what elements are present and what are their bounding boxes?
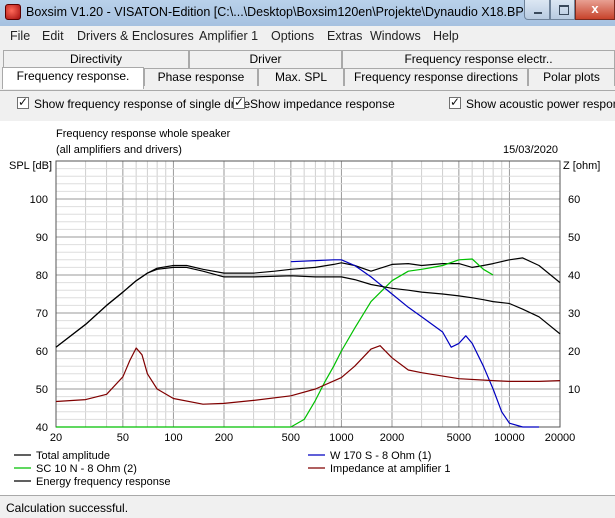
x-tick-label: 10000 [494, 432, 525, 444]
tab-strip: Directivity Driver Frequency response el… [0, 48, 615, 89]
impedance-checkbox[interactable]: Show impedance response [233, 95, 395, 112]
tab-driver[interactable]: Driver [189, 50, 342, 68]
y-axis-right-label: Z [ohm] [563, 160, 600, 172]
acoustic-power-label: Show acoustic power respons [466, 97, 615, 111]
menu-bar: File Edit Drivers & Enclosures Amplifier… [0, 26, 615, 46]
chart-panel: 20 50 100 200 500 1000 2000 5000 10000 20000 40 50 6… [0, 121, 615, 496]
tab-frequency-response-electrical[interactable]: Frequency response electr.. [342, 50, 615, 68]
y-tick-label-right: 60 [568, 194, 580, 206]
x-tick-label: 20 [50, 432, 62, 444]
tab-phase-response[interactable]: Phase response [144, 68, 258, 86]
y-tick-label-left: 50 [36, 384, 48, 396]
x-tick-label: 50 [117, 432, 129, 444]
series-line-energy-frequency-response [55, 266, 561, 348]
menu-windows[interactable]: Windows [370, 29, 421, 43]
maximize-button[interactable] [550, 0, 575, 20]
x-tick-label: 500 [282, 432, 300, 444]
tab-max-spl[interactable]: Max. SPL [258, 68, 344, 86]
single-drive-label: Show frequency response of single drive [34, 97, 251, 111]
x-tick-label: 5000 [447, 432, 471, 444]
chart-subtitle: (all amplifiers and drivers) [56, 144, 182, 156]
checkbox-checked-icon [17, 95, 29, 109]
close-icon: x [591, 1, 599, 16]
impedance-label: Show impedance response [250, 97, 395, 111]
legend-label: Impedance at amplifier 1 [330, 463, 450, 475]
menu-extras[interactable]: Extras [327, 29, 362, 43]
tab-frequency-response-directions[interactable]: Frequency response directions [344, 68, 528, 86]
x-tick-label: 20000 [545, 432, 576, 444]
frequency-response-chart: 20 50 100 200 500 1000 2000 5000 10000 20000 40 50 6… [9, 128, 600, 488]
single-drive-checkbox[interactable]: Show frequency response of single drive [17, 95, 250, 112]
window-title: Boxsim V1.20 - VISATON-Edition [C:\...\D… [26, 5, 534, 19]
tab-polar-plots[interactable]: Polar plots [528, 68, 615, 86]
tab-directivity[interactable]: Directivity [3, 50, 189, 68]
status-bar: Calculation successful. [0, 496, 615, 518]
y-tick-label-left: 70 [36, 308, 48, 320]
legend-label: SC 10 N - 8 Ohm (2) [36, 463, 137, 475]
status-text: Calculation successful. [6, 501, 129, 515]
close-button[interactable]: x [575, 0, 615, 20]
chart-title: Frequency response whole speaker [56, 128, 231, 140]
menu-edit[interactable]: Edit [42, 29, 64, 43]
x-tick-label: 1000 [329, 432, 353, 444]
y-tick-label-left: 90 [36, 232, 48, 244]
checkbox-checked-icon [233, 95, 245, 109]
acoustic-power-checkbox[interactable]: Show acoustic power respons [449, 96, 615, 112]
menu-amplifier-1[interactable]: Amplifier 1 [199, 29, 258, 43]
y-tick-label-left: 100 [30, 194, 48, 206]
y-tick-label-right: 10 [568, 384, 580, 396]
menu-drivers-enclosures[interactable]: Drivers & Enclosures [77, 29, 194, 43]
y-tick-label-right: 40 [568, 270, 580, 282]
y-tick-label-right: 50 [568, 232, 580, 244]
y-tick-label-left: 60 [36, 346, 48, 358]
menu-options[interactable]: Options [271, 29, 314, 43]
y-tick-label-left: 80 [36, 270, 48, 282]
y-tick-label-right: 20 [568, 346, 580, 358]
y-axis-left-label: SPL [dB] [9, 160, 52, 172]
x-tick-label: 200 [215, 432, 233, 444]
x-tick-label: 100 [164, 432, 182, 444]
tab-frequency-response[interactable]: Frequency response. [2, 67, 144, 89]
legend-label: Total amplitude [36, 450, 110, 462]
chart-date: 15/03/2020 [503, 144, 558, 156]
menu-help[interactable]: Help [433, 29, 459, 43]
y-tick-label-right: 30 [568, 308, 580, 320]
plot-border [55, 160, 561, 428]
legend-label: W 170 S - 8 Ohm (1) [330, 450, 431, 462]
y-tick-label-left: 40 [36, 422, 48, 434]
minimize-button[interactable] [524, 0, 550, 20]
series-line-total-amplitude [55, 257, 561, 348]
app-icon [5, 4, 21, 20]
x-tick-label: 2000 [380, 432, 404, 444]
legend-label: Energy frequency response [36, 476, 171, 488]
menu-file[interactable]: File [10, 29, 30, 43]
checkbox-checked-icon [449, 96, 461, 109]
series-line-impedance-at-amplifier-1 [55, 345, 561, 405]
title-bar: Boxsim V1.20 - VISATON-Edition [C:\...\D… [0, 0, 615, 26]
